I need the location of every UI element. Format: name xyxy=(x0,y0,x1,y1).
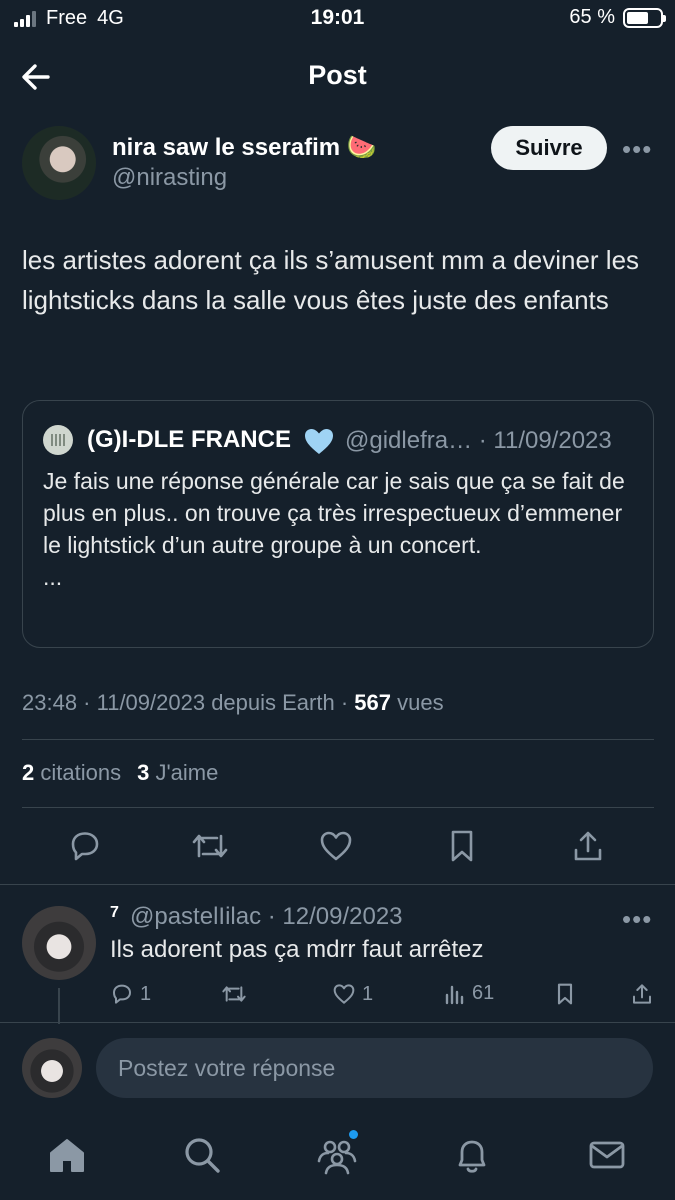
views-label: vues xyxy=(397,690,444,715)
citations-count: 2 xyxy=(22,760,35,785)
like-button[interactable] xyxy=(316,826,356,866)
divider xyxy=(0,884,675,885)
battery-icon xyxy=(623,7,666,28)
page-title: Post xyxy=(308,60,367,90)
reply-like-button[interactable]: 1 xyxy=(332,982,373,1006)
reply-icon xyxy=(113,984,131,1004)
quoted-author-avatar xyxy=(43,425,73,455)
quoted-author-name: (G)I-DLE FRANCE xyxy=(87,426,291,453)
analytics-icon xyxy=(445,985,464,1004)
citations-stat[interactable]: 2 citations xyxy=(22,760,121,786)
divider xyxy=(22,807,654,808)
bookmark-icon xyxy=(451,830,473,862)
envelope-icon xyxy=(589,1141,625,1169)
battery-percent: 65 % xyxy=(569,6,615,28)
post-stats: 2 citations 3 J'aime xyxy=(22,760,218,786)
heart-icon xyxy=(333,984,355,1004)
quoted-post-body: Je fais une réponse générale car je sais… xyxy=(43,468,625,558)
likes-label: J'aime xyxy=(155,760,219,785)
post-timestamp: 23:48 · 11/09/2023 depuis Earth · xyxy=(22,690,355,715)
reply-views-button[interactable]: 61 xyxy=(444,982,494,1005)
notification-dot xyxy=(349,1130,358,1139)
reply-reply-button[interactable]: 1 xyxy=(110,982,151,1006)
reply-reply-count: 1 xyxy=(140,982,152,1005)
reply-text: Ils adorent pas ça mdrr faut arrêtez xyxy=(110,936,484,963)
tab-messages[interactable] xyxy=(584,1132,630,1178)
reply-more-button[interactable]: ••• xyxy=(622,904,652,935)
status-bar: Free 4G 19:01 65 % xyxy=(0,0,675,40)
reply-bookmark-button[interactable] xyxy=(555,982,575,1006)
share-button[interactable] xyxy=(568,826,608,866)
post-actions xyxy=(0,826,675,866)
tab-notifications[interactable] xyxy=(449,1132,495,1178)
tab-communities[interactable] xyxy=(314,1130,360,1178)
reply-actions: 1 1 61 xyxy=(0,982,675,1010)
home-icon xyxy=(50,1139,84,1172)
repost-button[interactable] xyxy=(190,826,230,866)
status-right: 65 % xyxy=(569,6,666,29)
battery-fill xyxy=(627,11,648,24)
reply-input[interactable]: Postez votre réponse xyxy=(96,1038,653,1098)
reply-repost-button[interactable] xyxy=(220,982,248,1006)
share-icon xyxy=(574,831,602,861)
views-count: 567 xyxy=(354,690,391,715)
heart-icon xyxy=(320,831,352,861)
reply-view-count: 61 xyxy=(472,982,495,1004)
share-icon xyxy=(633,984,651,1004)
top-header: Post xyxy=(0,48,675,104)
divider xyxy=(22,739,654,740)
tab-home[interactable] xyxy=(44,1132,90,1178)
reply-rank-badge: 7 xyxy=(110,904,119,921)
repost-icon xyxy=(222,986,246,1002)
bell-icon xyxy=(458,1140,486,1173)
post-meta: 23:48 · 11/09/2023 depuis Earth · 567 vu… xyxy=(22,690,444,716)
author-avatar[interactable] xyxy=(22,126,96,200)
communities-icon xyxy=(317,1140,357,1175)
quoted-post-text: Je fais une réponse générale car je sais… xyxy=(43,465,633,593)
quoted-author-handle: @gidlefra… · 11/09/2023 xyxy=(345,427,612,454)
reply-share-button[interactable] xyxy=(630,982,654,1006)
divider xyxy=(0,1022,675,1023)
tab-search[interactable] xyxy=(179,1132,225,1178)
composer-avatar xyxy=(22,1038,82,1098)
citations-label: citations xyxy=(40,760,122,785)
likes-count: 3 xyxy=(137,760,150,785)
bookmark-icon xyxy=(557,983,573,1005)
reply-like-count: 1 xyxy=(362,982,374,1005)
reply-button[interactable] xyxy=(65,826,105,866)
author-name[interactable]: nira saw le sserafim 🍉 xyxy=(112,133,377,162)
likes-stat[interactable]: 3 J'aime xyxy=(137,760,218,786)
quoted-post-card[interactable]: (G)I-DLE FRANCE @gidlefra… · 11/09/2023 … xyxy=(22,400,654,648)
quoted-post-ellipsis: ... xyxy=(43,564,63,590)
reply-icon xyxy=(71,832,99,861)
bottom-tab-bar xyxy=(0,1122,675,1192)
reply-author-avatar[interactable] xyxy=(22,906,96,980)
post-more-button[interactable]: ••• xyxy=(622,134,652,165)
bookmark-button[interactable] xyxy=(442,826,482,866)
reply-author-handle[interactable]: @pastelIilac · 12/09/2023 xyxy=(130,903,403,931)
repost-icon xyxy=(192,834,228,858)
author-handle[interactable]: @nirasting xyxy=(112,164,227,192)
search-icon xyxy=(185,1138,220,1173)
post-text: les artistes adorent ça ils s’amusent mm… xyxy=(22,245,640,315)
blue-heart-icon xyxy=(305,429,333,454)
follow-button[interactable]: Suivre xyxy=(491,126,607,170)
